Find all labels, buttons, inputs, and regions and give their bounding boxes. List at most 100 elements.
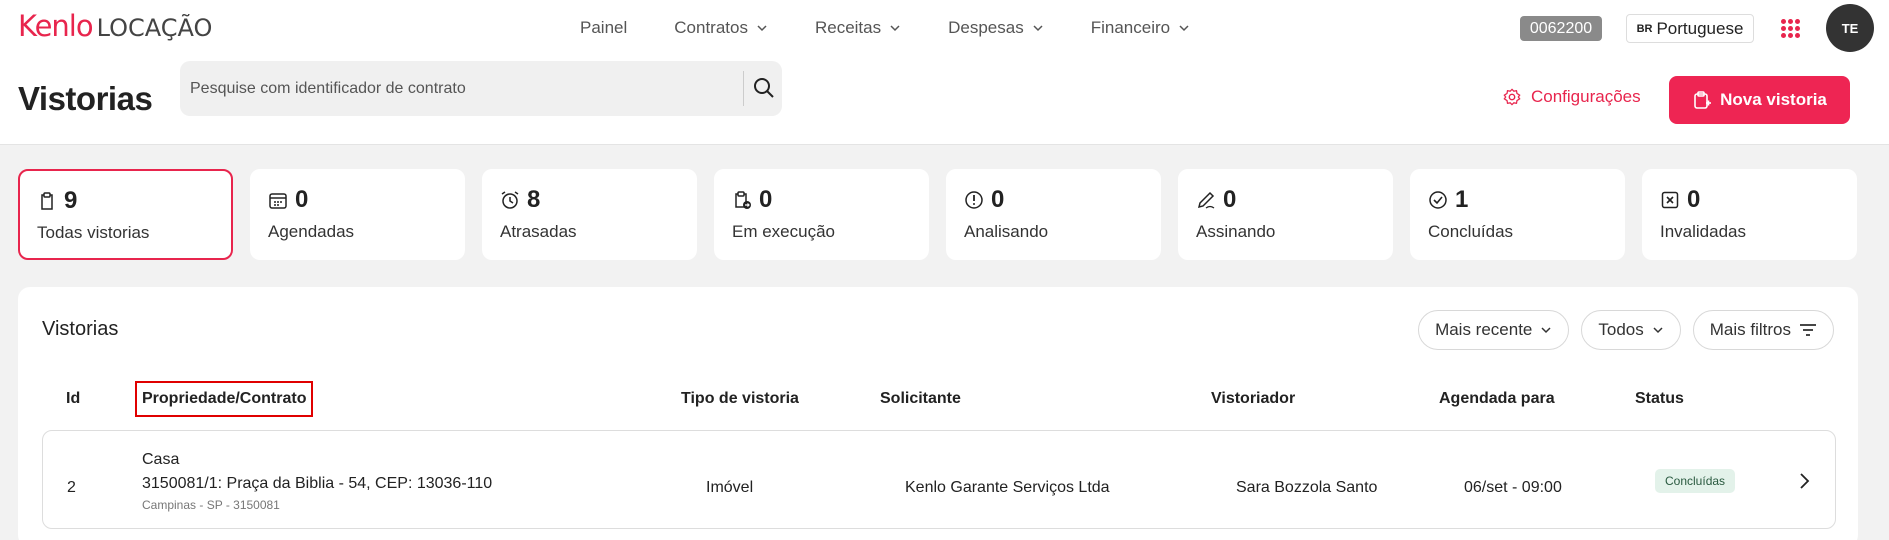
more-filters-button[interactable]: Mais filtros bbox=[1692, 310, 1834, 350]
card-assinando[interactable]: 0 Assinando bbox=[1178, 169, 1393, 260]
row-property-address: 3150081/1: Praça da Biblia - 54, CEP: 13… bbox=[142, 475, 493, 492]
panel-title: Vistorias bbox=[42, 318, 119, 340]
row-agendada: 06/set - 09:00 bbox=[1464, 479, 1562, 496]
card-label: Invalidadas bbox=[1660, 222, 1747, 241]
card-concluidas[interactable]: 1 Concluídas bbox=[1410, 169, 1625, 260]
chevron-down-icon bbox=[1033, 25, 1043, 32]
col-agendada[interactable]: Agendada para bbox=[1439, 390, 1555, 408]
main-nav: Painel Contratos Receitas Despesas Finan… bbox=[580, 18, 1237, 38]
card-label: Em execução bbox=[732, 222, 835, 241]
card-label: Agendadas bbox=[268, 222, 355, 241]
sort-label: Mais recente bbox=[1435, 320, 1533, 339]
card-agendadas[interactable]: 0 Agendadas bbox=[250, 169, 465, 260]
row-vistoriador: Sara Bozzola Santo bbox=[1236, 479, 1378, 496]
nav-painel[interactable]: Painel bbox=[580, 18, 627, 38]
language-label: Portuguese bbox=[1656, 18, 1744, 38]
card-label: Todas vistorias bbox=[37, 223, 150, 242]
search-icon bbox=[754, 78, 774, 98]
apps-grid-icon[interactable] bbox=[1781, 19, 1800, 38]
card-count: 0 bbox=[991, 186, 1005, 213]
chevron-down-icon bbox=[1541, 327, 1551, 334]
chevron-right-icon[interactable] bbox=[1796, 471, 1812, 491]
card-count: 9 bbox=[64, 187, 78, 214]
top-header: Kenlo LOCAÇÃO Painel Contratos Receitas … bbox=[0, 0, 1889, 145]
x-square-icon bbox=[1661, 191, 1679, 209]
card-invalidadas[interactable]: 0 Invalidadas bbox=[1642, 169, 1857, 260]
clipboard-arrow-icon bbox=[735, 191, 751, 209]
card-count: 0 bbox=[759, 186, 773, 213]
nav-label: Financeiro bbox=[1090, 18, 1171, 37]
configuracoes-label: Configurações bbox=[1531, 87, 1641, 106]
calendar-icon bbox=[269, 193, 287, 209]
search-input[interactable] bbox=[190, 61, 720, 116]
search-button[interactable] bbox=[750, 74, 778, 102]
filter-icon bbox=[1800, 324, 1816, 336]
more-filters-label: Mais filtros bbox=[1709, 320, 1791, 339]
kenlo-logo[interactable]: Kenlo LOCAÇÃO bbox=[18, 9, 212, 43]
col-id[interactable]: Id bbox=[66, 390, 80, 408]
table-row[interactable]: 2 Casa 3150081/1: Praça da Biblia - 54, … bbox=[42, 430, 1836, 529]
card-count: 0 bbox=[295, 186, 309, 213]
card-label: Concluídas bbox=[1428, 222, 1514, 241]
card-label: Atrasadas bbox=[500, 222, 577, 241]
nav-label: Despesas bbox=[948, 18, 1024, 37]
card-label: Analisando bbox=[964, 222, 1049, 241]
user-avatar[interactable]: TE bbox=[1826, 4, 1874, 52]
info-circle-icon bbox=[965, 191, 983, 209]
clipboard-add-icon bbox=[1694, 91, 1712, 109]
search-bar bbox=[180, 61, 782, 116]
col-status[interactable]: Status bbox=[1635, 390, 1684, 408]
card-analisando[interactable]: 0 Analisando bbox=[946, 169, 1161, 260]
nav-contratos[interactable]: Contratos bbox=[674, 18, 768, 38]
col-vistoriador[interactable]: Vistoriador bbox=[1211, 390, 1295, 408]
card-count: 0 bbox=[1687, 186, 1701, 213]
card-em-execucao[interactable]: 0 Em execução bbox=[714, 169, 929, 260]
nav-label: Receitas bbox=[814, 18, 882, 37]
nova-vistoria-button[interactable]: Nova vistoria bbox=[1669, 76, 1850, 124]
col-propriedade[interactable]: Propriedade/Contrato bbox=[135, 381, 314, 417]
gear-icon bbox=[1503, 88, 1521, 106]
row-id: 2 bbox=[67, 479, 76, 496]
nav-financeiro[interactable]: Financeiro bbox=[1091, 18, 1190, 38]
card-label: Assinando bbox=[1196, 222, 1276, 241]
sort-dropdown[interactable]: Mais recente bbox=[1418, 310, 1570, 350]
vistorias-panel: Vistorias Mais recente Todos Mais filtro… bbox=[18, 287, 1858, 540]
table-header: Id Propriedade/Contrato Tipo de vistoria… bbox=[18, 381, 1858, 420]
scope-dropdown[interactable]: Todos bbox=[1581, 310, 1681, 350]
chevron-down-icon bbox=[890, 25, 900, 32]
row-solicitante: Kenlo Garante Serviços Ltda bbox=[905, 479, 1110, 496]
page-title: Vistorias bbox=[18, 80, 153, 117]
col-tipo[interactable]: Tipo de vistoria bbox=[681, 390, 799, 408]
card-count: 1 bbox=[1455, 186, 1469, 213]
flag-icon: BR bbox=[1636, 22, 1653, 35]
card-todas-vistorias[interactable]: 9 Todas vistorias bbox=[18, 169, 233, 260]
nav-despesas[interactable]: Despesas bbox=[948, 18, 1044, 38]
row-tipo: Imóvel bbox=[706, 479, 754, 496]
logo-product: LOCAÇÃO bbox=[96, 14, 213, 42]
row-property-type: Casa bbox=[142, 451, 180, 468]
account-code-badge: 0062200 bbox=[1520, 16, 1602, 41]
clipboard-icon bbox=[41, 192, 53, 210]
status-cards: 9 Todas vistorias 0 Agendadas 8 Atrasada… bbox=[18, 169, 1857, 260]
card-atrasadas[interactable]: 8 Atrasadas bbox=[482, 169, 697, 260]
check-circle-icon bbox=[1429, 191, 1447, 209]
card-count: 8 bbox=[527, 186, 541, 213]
nav-label: Painel bbox=[580, 18, 628, 37]
col-solicitante[interactable]: Solicitante bbox=[880, 390, 961, 408]
logo-brand: Kenlo bbox=[18, 9, 94, 43]
card-count: 0 bbox=[1223, 186, 1237, 213]
filter-bar: Mais recente Todos Mais filtros bbox=[1406, 310, 1834, 350]
status-badge: Concluídas bbox=[1655, 469, 1736, 493]
pen-icon bbox=[1197, 191, 1215, 209]
language-selector[interactable]: BR Portuguese bbox=[1626, 14, 1754, 43]
nav-label: Contratos bbox=[674, 18, 748, 37]
chevron-down-icon bbox=[1653, 327, 1663, 334]
nav-receitas[interactable]: Receitas bbox=[815, 18, 901, 38]
scope-label: Todos bbox=[1598, 320, 1644, 339]
row-property-city: Campinas - SP - 3150081 bbox=[142, 498, 280, 512]
search-divider bbox=[743, 71, 744, 106]
nova-vistoria-label: Nova vistoria bbox=[1720, 90, 1827, 109]
chevron-down-icon bbox=[1179, 25, 1189, 32]
alarm-clock-icon bbox=[501, 191, 519, 209]
configuracoes-link[interactable]: Configurações bbox=[1503, 87, 1641, 107]
